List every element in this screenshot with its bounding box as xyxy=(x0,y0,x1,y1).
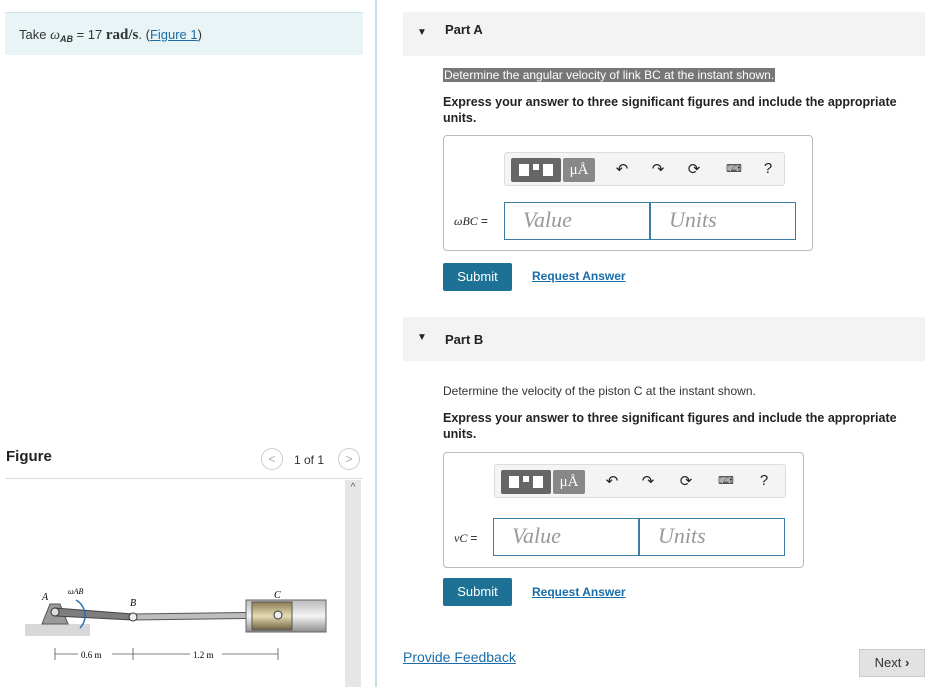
prev-figure-button[interactable]: < xyxy=(261,448,283,470)
figure-title: Figure xyxy=(6,448,52,465)
reset-icon[interactable]: ⟳ xyxy=(677,472,695,490)
part-a-request-answer[interactable]: Request Answer xyxy=(532,269,626,283)
chevron-left-icon: < xyxy=(268,452,276,466)
given-statement: Take ωAB = 17 rad/s. (Figure 1) xyxy=(5,12,363,55)
provide-feedback-link[interactable]: Provide Feedback xyxy=(403,649,516,665)
collapse-triangle-icon: ▼ xyxy=(417,27,427,38)
units-icon[interactable]: μÅ xyxy=(553,470,585,494)
scroll-up-icon[interactable]: ^ xyxy=(345,480,361,496)
part-a-toolbar: μÅ ↶ ↷ ⟳ ⌨ ? xyxy=(504,152,785,186)
part-b-answer-box: μÅ ↶ ↷ ⟳ ⌨ ? vC = Value Units xyxy=(443,452,804,568)
help-icon[interactable]: ? xyxy=(759,160,777,177)
units-icon[interactable]: μÅ xyxy=(563,158,595,182)
templates-icon[interactable] xyxy=(511,158,561,182)
dim-label-1: 0.6 m xyxy=(81,650,102,660)
figure-counter: 1 of 1 xyxy=(294,453,325,467)
pin-a xyxy=(50,607,60,617)
link-ab xyxy=(54,607,134,621)
part-b-instructions: Express your answer to three significant… xyxy=(443,411,897,441)
help-icon[interactable]: ? xyxy=(755,472,773,489)
part-a-submit-button[interactable]: Submit xyxy=(443,263,512,291)
part-a-units-input[interactable]: Units xyxy=(650,202,796,240)
figure-divider xyxy=(5,478,363,479)
part-a-question: Determine the angular velocity of link B… xyxy=(443,68,776,82)
part-b-question: Determine the velocity of the piston C a… xyxy=(443,384,756,398)
part-a-value-input[interactable]: Value xyxy=(504,202,650,240)
pin-c xyxy=(273,610,283,620)
part-b-submit-button[interactable]: Submit xyxy=(443,578,512,606)
part-b-toolbar: μÅ ↶ ↷ ⟳ ⌨ ? xyxy=(494,464,786,498)
part-b-var-label: vC = xyxy=(454,531,477,546)
equals-sign: = xyxy=(470,531,478,545)
chevron-right-icon: > xyxy=(345,452,353,466)
part-b-units-input[interactable]: Units xyxy=(639,518,785,556)
templates-icon[interactable] xyxy=(501,470,551,494)
part-b-request-answer[interactable]: Request Answer xyxy=(532,585,626,599)
part-b-title: Part B xyxy=(445,332,484,347)
redo-icon[interactable]: ↷ xyxy=(639,472,657,490)
reset-icon[interactable]: ⟳ xyxy=(685,160,703,178)
dim-label-2: 1.2 m xyxy=(193,650,214,660)
given-close: ) xyxy=(197,27,202,42)
omega-symbol: ω xyxy=(50,28,60,43)
given-equals: = 17 xyxy=(72,27,106,42)
label-b: B xyxy=(130,598,136,609)
label-a: A xyxy=(41,592,49,603)
mechanism-figure: A ωAB B C 0.6 m 1.2 m xyxy=(25,587,327,660)
redo-icon[interactable]: ↷ xyxy=(649,160,667,178)
part-a-header[interactable]: ▼ Part A xyxy=(403,12,925,56)
part-a-instructions: Express your answer to three significant… xyxy=(443,95,897,125)
pin-b xyxy=(128,612,138,622)
part-b-header[interactable]: ▼ Part B xyxy=(403,317,925,361)
undo-icon[interactable]: ↶ xyxy=(603,472,621,490)
keyboard-icon[interactable]: ⌨ xyxy=(717,474,735,487)
pane-divider xyxy=(375,0,377,687)
part-a-answer-box: μÅ ↶ ↷ ⟳ ⌨ ? ωBC = Value Units xyxy=(443,135,813,251)
given-period: . ( xyxy=(138,27,150,42)
ground-base xyxy=(25,624,90,636)
undo-icon[interactable]: ↶ xyxy=(613,160,631,178)
equals-sign: = xyxy=(480,214,488,228)
next-label: Next xyxy=(874,655,902,670)
omega-subscript: AB xyxy=(59,34,73,44)
part-a-var-label: ωBC = xyxy=(454,214,488,229)
figure-scrollbar[interactable] xyxy=(345,480,361,687)
next-button[interactable]: Next › xyxy=(859,649,925,677)
piston xyxy=(251,601,293,631)
vc-label: vC xyxy=(454,531,468,545)
part-b-value-input[interactable]: Value xyxy=(493,518,639,556)
omega-bc-label: ωBC xyxy=(454,214,478,228)
label-omega-ab: ωAB xyxy=(68,587,84,596)
next-figure-button[interactable]: > xyxy=(338,448,360,470)
figure-link[interactable]: Figure 1 xyxy=(150,27,198,42)
given-prefix: Take xyxy=(19,27,51,42)
part-a-title: Part A xyxy=(445,22,483,37)
chevron-right-icon: › xyxy=(905,655,910,670)
collapse-triangle-icon: ▼ xyxy=(417,332,427,343)
keyboard-icon[interactable]: ⌨ xyxy=(725,162,743,175)
label-c: C xyxy=(274,590,281,601)
given-unit: rad/s xyxy=(105,27,139,43)
